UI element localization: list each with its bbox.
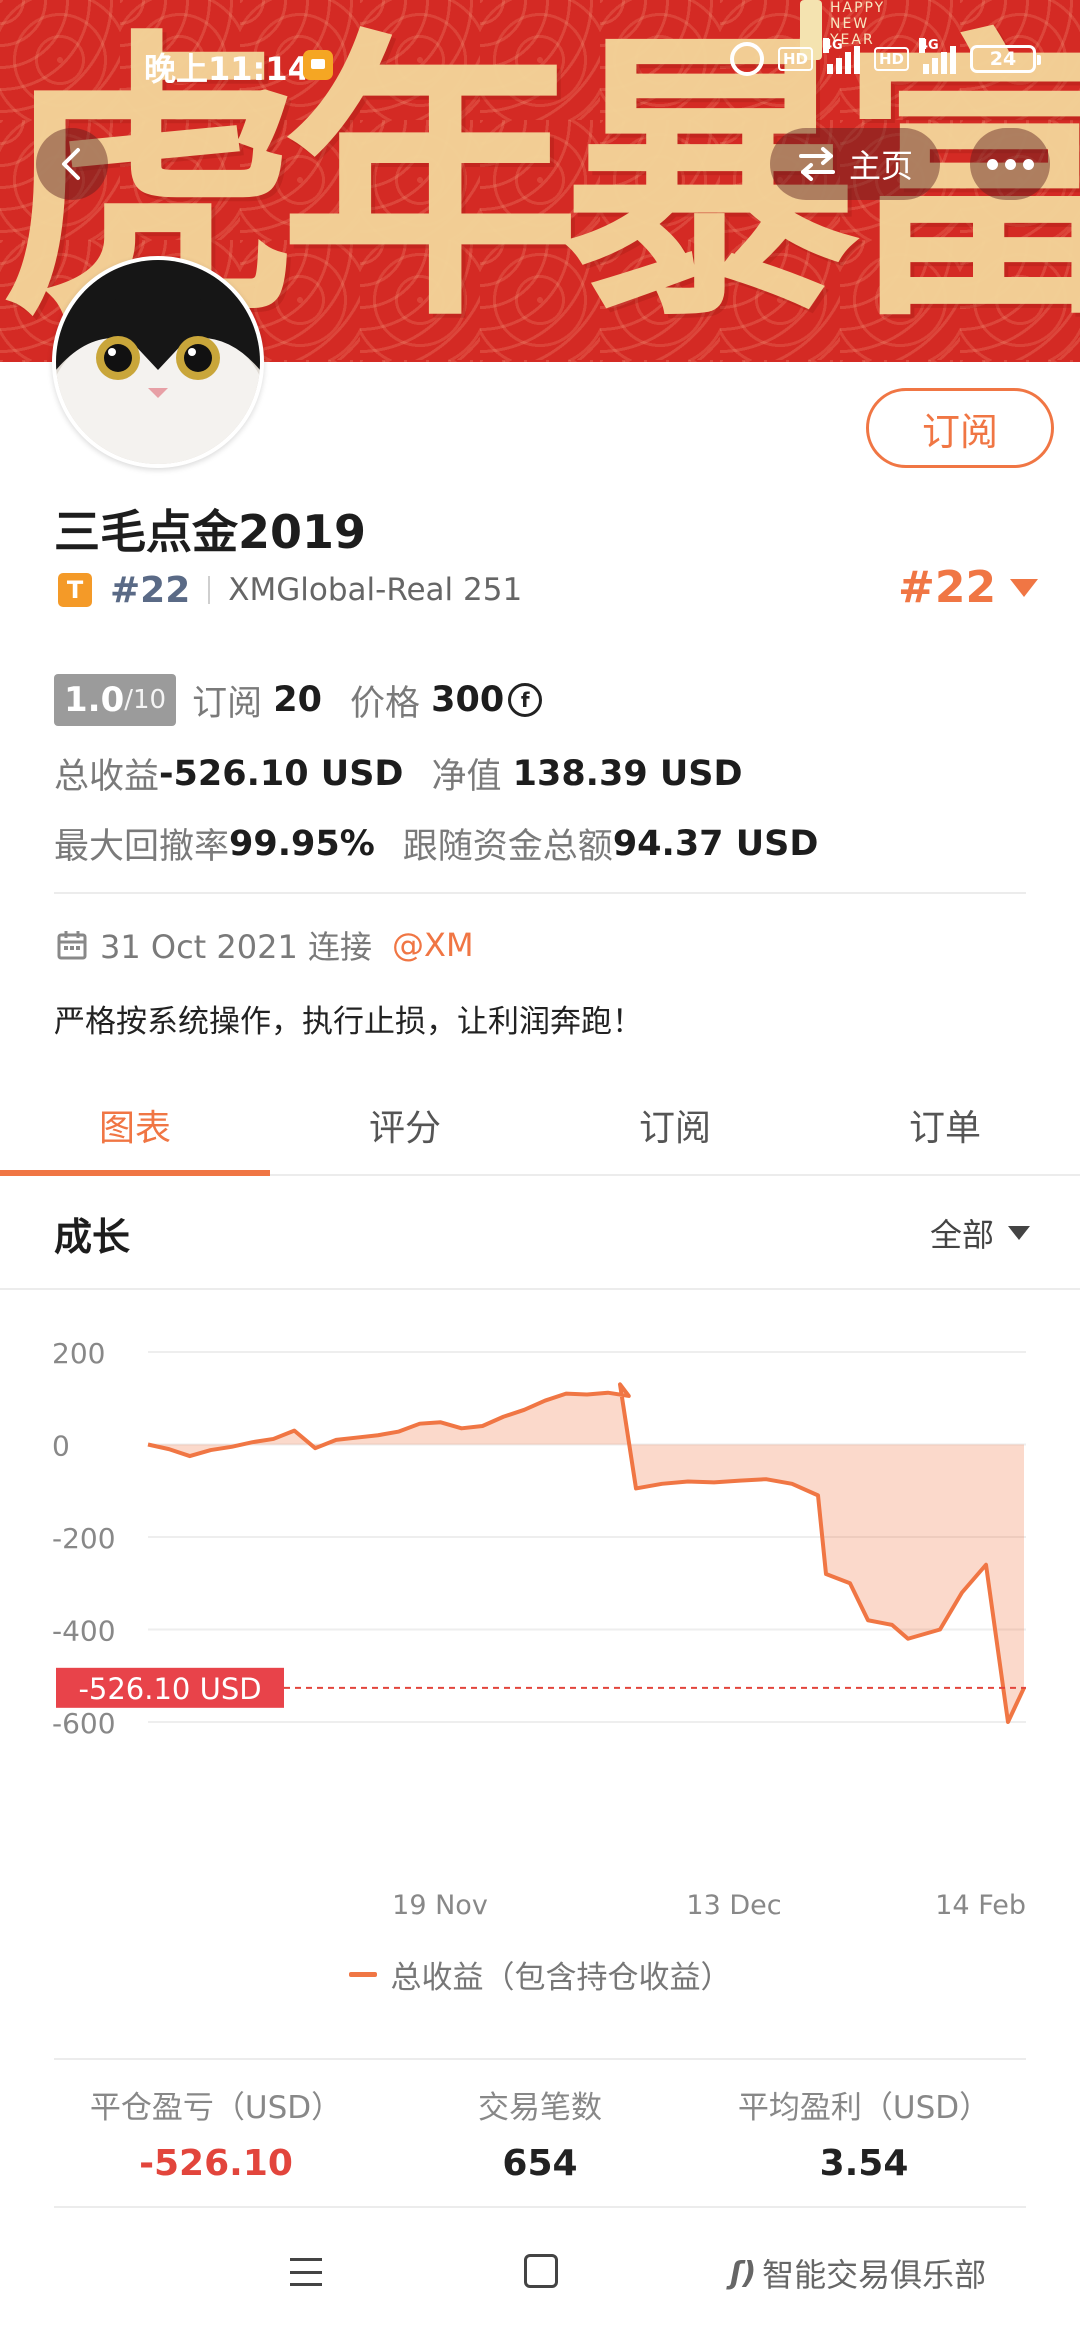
watermark-logo-icon: ʃ) bbox=[730, 2255, 757, 2291]
avatar[interactable] bbox=[52, 256, 264, 468]
home-square-icon[interactable] bbox=[524, 2254, 558, 2288]
y-tick-label: 0 bbox=[52, 1430, 70, 1463]
y-tick-label: -200 bbox=[52, 1522, 116, 1555]
price-label: 价格 bbox=[349, 683, 420, 724]
stats-row-3: 最大回撤率 99.95% 跟随资金总额 94.37 USD bbox=[54, 818, 818, 869]
more-dot-icon bbox=[986, 158, 998, 170]
signal-icon: 4G bbox=[822, 38, 860, 74]
follow-funds-label: 跟随资金总额 bbox=[402, 827, 613, 867]
equity-label: 净值 bbox=[431, 757, 502, 797]
caret-down-icon bbox=[1010, 578, 1039, 597]
growth-chart: 200 0 -200 -400 -600 19 Nov 13 Dec 14 Feb -526.1… bbox=[0, 1290, 1080, 1970]
divider bbox=[54, 892, 1026, 894]
growth-chart-svg: 200 0 -200 -400 -600 19 Nov 13 Dec 14 Feb -526.1… bbox=[52, 1337, 1026, 1921]
calendar-icon bbox=[57, 931, 87, 960]
drawdown-label: 最大回撤率 bbox=[54, 827, 230, 867]
tab-chart[interactable]: 图表 bbox=[0, 1076, 270, 1176]
trade-summary: 平仓盈亏（USD） -526.10 交易笔数 654 平均盈利（USD） 3.5… bbox=[54, 2058, 1026, 2208]
strategy-description: 严格按系统操作，执行止损，让利润奔跑！ bbox=[54, 1004, 643, 1040]
system-nav-bar: ʃ) 智能交易俱乐部 bbox=[0, 2220, 1080, 2340]
trader-meta-row: T #22 XMGlobal-Real 251 bbox=[58, 566, 522, 614]
growth-header: 成长 全部 bbox=[0, 1176, 1080, 1290]
chevron-left-icon bbox=[62, 148, 80, 180]
total-profit-label: 总收益 bbox=[54, 757, 160, 797]
message-notification-icon bbox=[303, 50, 333, 80]
legend-label: 总收益（包含持仓收益） bbox=[390, 1960, 732, 1996]
cat-avatar-icon bbox=[56, 260, 260, 464]
legend-swatch bbox=[348, 1972, 377, 1977]
divider bbox=[208, 576, 211, 604]
status-bar: 晚上11:14 HD 4G HD 4G 24 bbox=[0, 36, 1080, 92]
swap-icon bbox=[798, 147, 835, 181]
y-tick-label: -400 bbox=[52, 1615, 116, 1648]
score-badge: 1.0/10 bbox=[54, 674, 177, 726]
signal-icon-2: 4G bbox=[919, 38, 956, 74]
stats-row-1: 1.0/10 订阅 20 价格 300 f bbox=[54, 674, 543, 726]
summary-avg-profit: 平均盈利（USD） 3.54 bbox=[737, 2090, 991, 2184]
rank-dropdown[interactable]: #22 bbox=[898, 562, 1039, 613]
equity-value: 138.39 USD bbox=[512, 753, 743, 794]
trader-type-badge: T bbox=[58, 573, 92, 607]
tab-rating[interactable]: 评分 bbox=[270, 1076, 540, 1174]
connection-date: 31 Oct 2021 连接 bbox=[100, 928, 373, 966]
home-button-label: 主页 bbox=[848, 147, 913, 185]
section-title: 成长 bbox=[54, 1215, 131, 1259]
menu-icon[interactable] bbox=[290, 2258, 322, 2286]
x-tick-label: 14 Feb bbox=[935, 1890, 1026, 1921]
range-label: 全部 bbox=[929, 1216, 994, 1254]
rank-small: #22 bbox=[110, 569, 191, 611]
range-dropdown[interactable]: 全部 bbox=[930, 1210, 1030, 1256]
caret-down-icon bbox=[1008, 1226, 1030, 1240]
hd-icon: HD bbox=[777, 47, 813, 71]
total-profit-value: -526.10 USD bbox=[159, 753, 404, 794]
drawdown-value: 99.95% bbox=[229, 823, 375, 864]
stats-row-2: 总收益 -526.10 USD 净值 138.39 USD bbox=[54, 748, 743, 799]
broker-link[interactable]: @XM bbox=[392, 926, 474, 964]
status-time: 晚上11:14 bbox=[144, 50, 310, 88]
connection-row: 31 Oct 2021 连接 @XM bbox=[56, 922, 474, 968]
tab-orders[interactable]: 订单 bbox=[810, 1076, 1080, 1174]
y-tick-label: -600 bbox=[52, 1707, 116, 1740]
x-tick-label: 19 Nov bbox=[392, 1890, 488, 1921]
x-tick-label: 13 Dec bbox=[686, 1890, 781, 1921]
coin-icon: f bbox=[508, 683, 543, 717]
follow-funds-value: 94.37 USD bbox=[612, 823, 819, 864]
tab-bar: 图表 评分 订阅 订单 bbox=[0, 1076, 1080, 1176]
watermark: ʃ) 智能交易俱乐部 bbox=[730, 2255, 987, 2295]
more-options-button[interactable] bbox=[970, 128, 1050, 200]
summary-closed-pnl: 平仓盈亏（USD） -526.10 bbox=[89, 2090, 343, 2184]
y-tick-label: 200 bbox=[52, 1337, 105, 1370]
rank-big-label: #22 bbox=[898, 562, 997, 613]
subs-value: 20 bbox=[273, 680, 322, 720]
broker-account: XMGlobal-Real 251 bbox=[228, 572, 523, 608]
battery-icon: 24 bbox=[970, 45, 1041, 73]
current-value-label: -526.10 USD bbox=[78, 1672, 261, 1706]
tab-subscription[interactable]: 订阅 bbox=[540, 1076, 810, 1174]
home-button[interactable]: 主页 bbox=[770, 128, 940, 200]
trader-name: 三毛点金2019 bbox=[54, 505, 367, 559]
subs-label: 订阅 bbox=[192, 683, 263, 724]
chart-legend: 总收益（包含持仓收益） bbox=[0, 1952, 1080, 1997]
hd-icon-2: HD bbox=[873, 47, 909, 71]
back-button[interactable] bbox=[36, 128, 108, 200]
subscribe-button[interactable]: 订阅 bbox=[866, 388, 1054, 468]
summary-trade-count: 交易笔数 654 bbox=[478, 2090, 602, 2184]
alarm-icon bbox=[729, 42, 764, 76]
price-value: 300 bbox=[431, 680, 505, 720]
